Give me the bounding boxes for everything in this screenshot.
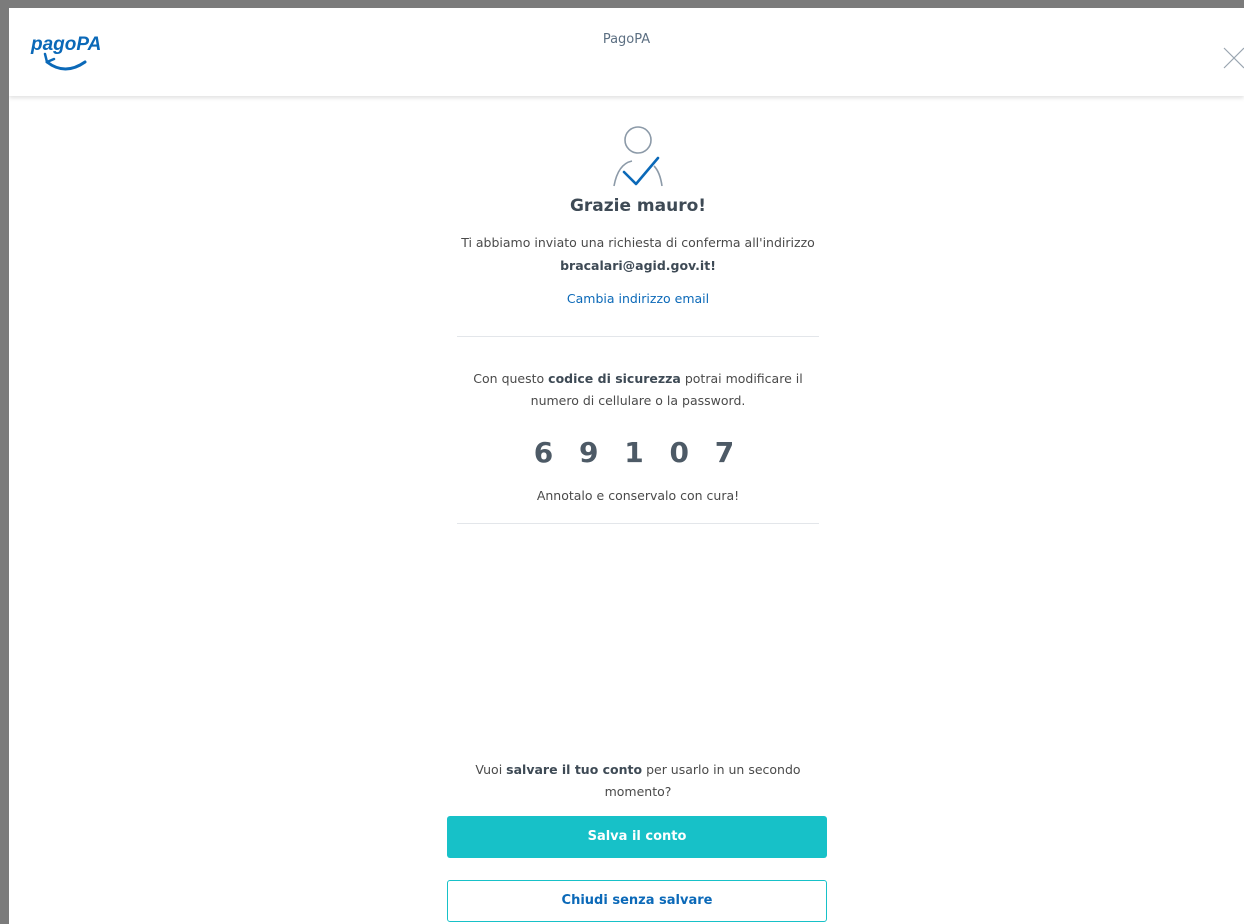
security-code-text-before: Con questo [473, 371, 549, 386]
save-question-text-bold: salvare il tuo conto [506, 762, 643, 777]
confirmation-message: Ti abbiamo inviato una richiesta di conf… [439, 231, 837, 277]
confirmation-sent-text: Ti abbiamo inviato una richiesta di conf… [461, 235, 815, 250]
close-without-saving-button[interactable]: Chiudi senza salvare [447, 880, 827, 922]
security-code-note: Annotalo e conservalo con cura! [536, 488, 740, 503]
close-button[interactable] [1220, 44, 1244, 72]
divider [457, 336, 819, 337]
header-title: PagoPA [602, 32, 651, 47]
divider [457, 523, 819, 524]
main-content: Grazie mauro! Ti abbiamo inviato una ric… [9, 96, 1244, 924]
modal-window: pagoPA PagoPA Grazie mauro! Ti abbiamo i… [9, 8, 1244, 924]
security-code-text-bold: codice di sicurezza [548, 371, 681, 386]
header: pagoPA PagoPA [9, 8, 1244, 96]
save-account-question: Vuoi salvare il tuo conto per usarlo in … [457, 759, 819, 803]
user-check-icon [613, 126, 663, 187]
confirmation-email: bracalari@agid.gov.it! [560, 258, 716, 273]
save-question-text-before: Vuoi [475, 762, 507, 777]
close-icon [1223, 47, 1244, 69]
security-code-value: 6 9 1 0 7 [533, 436, 743, 469]
security-code-description: Con questo codice di sicurezza potrai mo… [457, 368, 819, 412]
greeting-title: Grazie mauro! [569, 196, 707, 216]
save-account-button[interactable]: Salva il conto [447, 816, 827, 858]
change-email-link[interactable]: Cambia indirizzo email [457, 291, 819, 306]
